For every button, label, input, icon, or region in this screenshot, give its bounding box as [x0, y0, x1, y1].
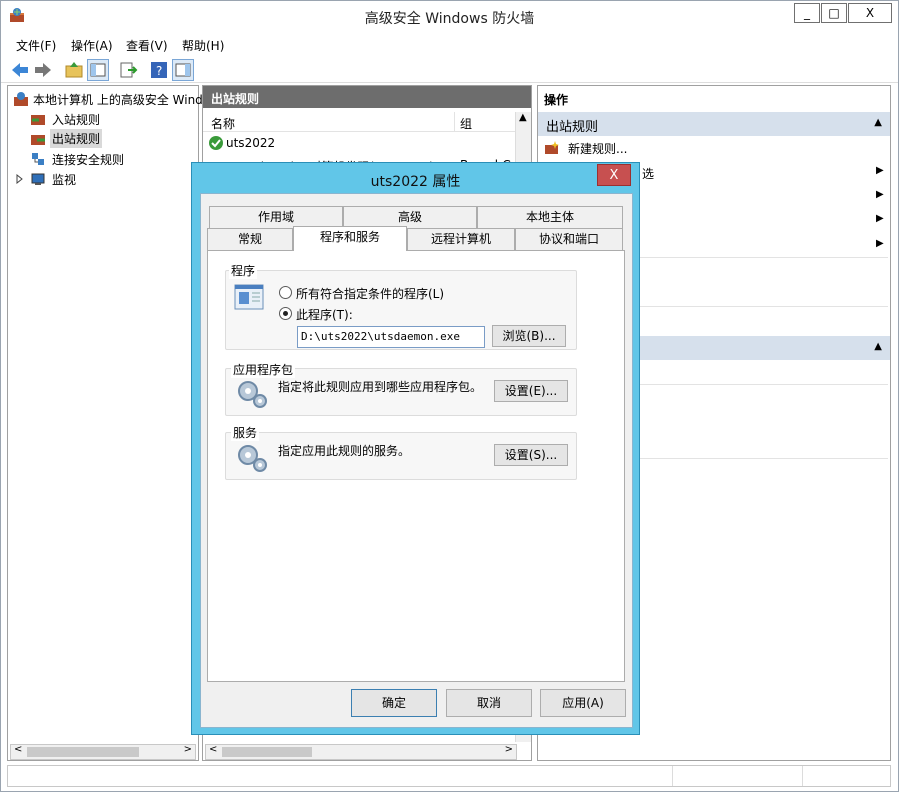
new-rule-action[interactable]: 新建规则...	[568, 140, 627, 157]
program-path-field[interactable]: D:\uts2022\utsdaemon.exe	[297, 326, 485, 348]
radio-this-program[interactable]	[279, 307, 292, 320]
tab-general[interactable]: 常规	[207, 228, 293, 250]
status-bar	[7, 765, 891, 787]
outbound-rules-icon	[30, 131, 46, 147]
tree-item-inbound-rules[interactable]: 入站规则	[52, 111, 100, 128]
tree-item-monitor[interactable]: 监视	[52, 171, 76, 188]
show-hide-action-pane-icon[interactable]	[172, 59, 194, 81]
list-horizontal-scrollbar[interactable]: < >	[205, 744, 517, 760]
app-packages-settings-button[interactable]: 设置(E)...	[494, 380, 568, 402]
tree-item-outbound-rules[interactable]: 出站规则	[50, 129, 103, 148]
actions-section-title: 出站规则	[546, 120, 599, 135]
tab-programs-services[interactable]: 程序和服务	[293, 226, 407, 251]
tab-advanced[interactable]: 高级	[343, 206, 477, 228]
close-button[interactable]: X	[848, 3, 892, 23]
collapse-icon[interactable]: ▲	[874, 341, 882, 352]
maximize-button[interactable]: □	[821, 3, 847, 23]
services-settings-button[interactable]: 设置(S)...	[494, 444, 568, 466]
divider	[638, 384, 888, 385]
forward-arrow-icon[interactable]	[32, 59, 54, 81]
browse-button[interactable]: 浏览(B)...	[492, 325, 566, 347]
divider	[638, 458, 888, 459]
toolbar: ?	[1, 57, 898, 83]
monitor-icon	[30, 171, 46, 187]
column-header-row: 名称 组	[203, 112, 515, 132]
services-group-label: 服务	[231, 424, 260, 441]
cancel-button[interactable]: 取消	[446, 689, 532, 717]
menu-view[interactable]: 查看(V)	[126, 37, 168, 54]
tree-root-node[interactable]: 本地计算机 上的高级安全 Windo	[33, 91, 210, 108]
radio-all-programs-label[interactable]: 所有符合指定条件的程序(L)	[296, 285, 444, 302]
expand-arrow-icon[interactable]	[16, 173, 24, 185]
enabled-check-icon	[208, 135, 224, 151]
tree-item-connection-security[interactable]: 连接安全规则	[52, 151, 124, 168]
app-package-gears-icon	[234, 377, 270, 409]
program-group-label: 程序	[229, 262, 258, 279]
connection-security-icon	[30, 151, 46, 167]
menu-action[interactable]: 操作(A)	[71, 37, 113, 54]
title-bar: 高级安全 Windows 防火墙 _ □ X	[1, 1, 898, 33]
submenu-arrow-icon: ▶	[876, 189, 884, 200]
actions-section-outbound[interactable]: 出站规则 ▲	[538, 112, 890, 136]
column-group-header[interactable]: 组	[460, 115, 472, 132]
menu-help[interactable]: 帮助(H)	[182, 37, 224, 54]
firewall-root-icon	[13, 91, 29, 107]
apply-button[interactable]: 应用(A)	[540, 689, 626, 717]
menu-file[interactable]: 文件(F)	[16, 37, 56, 54]
tab-scope[interactable]: 作用域	[209, 206, 343, 228]
collapse-icon[interactable]: ▲	[874, 117, 882, 128]
dialog-title: uts2022 属性	[370, 174, 461, 190]
divider	[638, 306, 888, 307]
minimize-button[interactable]: _	[794, 3, 820, 23]
menu-bar: 文件(F) 操作(A) 查看(V) 帮助(H)	[1, 33, 898, 55]
back-arrow-icon[interactable]	[9, 59, 31, 81]
submenu-arrow-icon: ▶	[876, 238, 884, 249]
column-name-header[interactable]: 名称	[211, 115, 235, 132]
rule-name: uts2022	[226, 136, 276, 150]
window-title: 高级安全 Windows 防火墙	[364, 11, 535, 27]
ok-button[interactable]: 确定	[351, 689, 437, 717]
radio-all-programs[interactable]	[279, 286, 292, 299]
divider	[638, 257, 888, 258]
actions-header: 操作	[544, 93, 569, 107]
tab-page-programs-services: 程序 所有符合指定条件的程序(L) 此程序(T): D:\uts2022\uts…	[207, 250, 625, 682]
up-folder-icon[interactable]	[63, 59, 85, 81]
filter-action[interactable]: 选	[642, 165, 654, 182]
navigation-tree-pane: 本地计算机 上的高级安全 Windo 入站规则 出站规则 连接安全规则 监视 <…	[7, 85, 210, 761]
new-rule-icon	[544, 140, 560, 156]
properties-dialog: uts2022 属性 X 作用域 高级 本地主体 常规 程序和服务 远程计算机 …	[191, 162, 640, 735]
submenu-arrow-icon: ▶	[876, 165, 884, 176]
dialog-close-button[interactable]: X	[597, 164, 631, 186]
app-packages-group-label: 应用程序包	[231, 361, 296, 378]
show-hide-tree-icon[interactable]	[87, 59, 109, 81]
tree-horizontal-scrollbar[interactable]: < >	[10, 744, 196, 760]
inbound-rules-icon	[30, 111, 46, 127]
svg-text:?: ?	[156, 64, 162, 78]
tab-local-principals[interactable]: 本地主体	[477, 206, 623, 228]
tab-protocols-ports[interactable]: 协议和端口	[515, 228, 623, 250]
dialog-client-area: 作用域 高级 本地主体 常规 程序和服务 远程计算机 协议和端口 程序 所有符合…	[200, 193, 633, 728]
table-row[interactable]: uts2022	[203, 134, 515, 154]
services-gears-icon	[234, 441, 270, 473]
program-window-icon	[233, 283, 265, 311]
help-icon[interactable]: ?	[148, 59, 170, 81]
export-list-icon[interactable]	[117, 59, 139, 81]
middle-pane-header: 出站规则	[203, 86, 531, 108]
tab-remote-computers[interactable]: 远程计算机	[407, 228, 515, 250]
app-packages-description: 指定将此规则应用到哪些应用程序包。	[278, 380, 483, 394]
submenu-arrow-icon: ▶	[876, 213, 884, 224]
services-description: 指定应用此规则的服务。	[278, 444, 411, 458]
radio-this-program-label[interactable]: 此程序(T):	[296, 306, 353, 323]
